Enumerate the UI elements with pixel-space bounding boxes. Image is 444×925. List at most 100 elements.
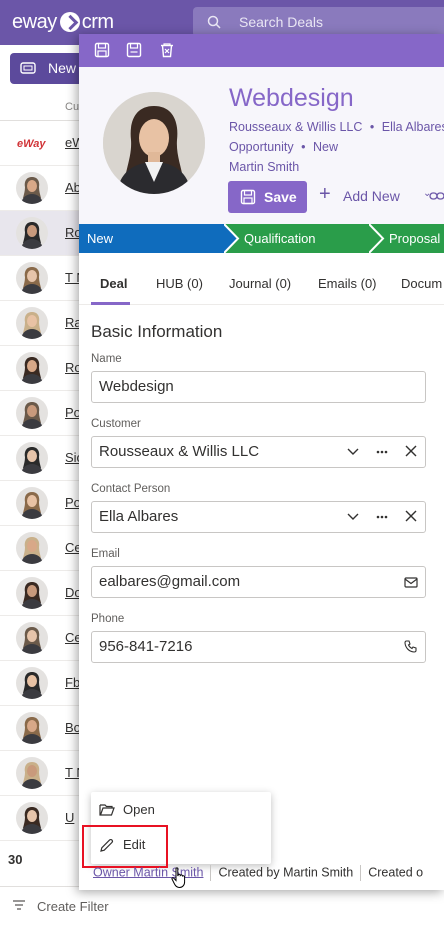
save-button[interactable]: Save [228, 181, 307, 213]
separator [210, 865, 212, 881]
tab-documents[interactable]: Docum [401, 276, 442, 291]
avatar-illustration [103, 92, 205, 194]
edit-highlight-box [82, 825, 168, 868]
deal-type-status-line: Opportunity • New [229, 140, 338, 154]
menu-item-open[interactable]: Open [91, 793, 271, 827]
created-by-text: Created by Martin Smith [218, 865, 354, 880]
deal-title: Webdesign [229, 84, 354, 112]
contact-person-field[interactable]: Ella Albares [91, 501, 426, 533]
phone-label: Phone [91, 613, 125, 625]
customer-value: Rousseaux & Willis LLC [99, 443, 260, 460]
mail-icon[interactable] [404, 577, 418, 588]
search-input[interactable]: Search Deals [193, 7, 444, 37]
separator [360, 865, 362, 881]
search-placeholder: Search Deals [239, 14, 324, 30]
logo-text-crm: crm [81, 10, 114, 33]
created-text: Created o [368, 865, 424, 880]
avatar [16, 622, 48, 654]
contact-person-label: Contact Person [91, 483, 171, 495]
email-value: ealbares@gmail.com [99, 573, 241, 590]
logo-check-icon [59, 12, 80, 32]
save-icon[interactable] [94, 42, 110, 58]
deal-owner[interactable]: Martin Smith [229, 160, 299, 174]
deal-dialog: Webdesign Rousseaux & Willis LLC • Ella … [79, 34, 444, 890]
stage-proposal[interactable]: Proposal [369, 224, 444, 253]
avatar [16, 442, 48, 474]
email-field[interactable]: ealbares@gmail.com [91, 566, 426, 598]
hand-pointer-cursor [171, 867, 186, 889]
avatar [16, 307, 48, 339]
stage-new[interactable]: New [79, 224, 239, 253]
email-label: Email [91, 548, 120, 560]
dialog-tabs: Deal HUB (0) Journal (0) Emails (0) Docu… [79, 267, 444, 305]
save-button-label: Save [264, 189, 297, 205]
menu-item-open-label: Open [123, 802, 155, 817]
avatar [16, 577, 48, 609]
avatar [16, 757, 48, 789]
new-button-label: New [48, 60, 77, 76]
avatar [16, 262, 48, 294]
avatar [16, 352, 48, 384]
audit-line: Owner Martin Smith Created by Martin Smit… [93, 865, 423, 881]
customer-link[interactable]: Rousseaux & Willis LLC [229, 120, 362, 134]
bullet-separator: • [369, 120, 375, 134]
company-logo: eWay [17, 138, 46, 150]
deal-customer-contact-line: Rousseaux & Willis LLC • Ella Albares [229, 120, 444, 134]
contact-link[interactable]: Ella Albares [382, 120, 444, 134]
contact-photo [103, 92, 205, 194]
contact-person-value: Ella Albares [99, 508, 179, 525]
phone-icon[interactable] [404, 640, 417, 653]
avatar [16, 397, 48, 429]
avatar [16, 712, 48, 744]
phone-value: 956-841-7216 [99, 638, 193, 655]
chevron-down-icon[interactable] [347, 448, 359, 456]
stage-new-label: New [87, 231, 114, 246]
column-header-customer: Cu [65, 101, 80, 113]
avatar [16, 172, 48, 204]
name-label: Name [91, 353, 122, 365]
deal-status[interactable]: New [313, 140, 338, 154]
save-icon [240, 189, 256, 205]
deal-header: Webdesign Rousseaux & Willis LLC • Ella … [79, 67, 444, 224]
name-field[interactable]: Webdesign [91, 371, 426, 403]
stage-qualification[interactable]: Qualification [224, 224, 384, 253]
search-icon [207, 15, 221, 29]
create-filter-button[interactable]: Create Filter [37, 899, 109, 914]
clear-icon[interactable] [405, 510, 417, 522]
add-new-label: Add New [343, 188, 400, 204]
tab-deal[interactable]: Deal [100, 276, 127, 291]
name-value: Webdesign [99, 378, 174, 395]
tab-journal[interactable]: Journal (0) [229, 276, 291, 291]
stage-bar: New Qualification Proposal [79, 224, 444, 253]
filter-bar: Create Filter [0, 886, 444, 925]
new-deal-icon [20, 62, 36, 74]
folder-open-icon [99, 804, 115, 816]
bullet-separator: • [301, 140, 306, 154]
delete-icon[interactable] [159, 42, 175, 58]
customer-field[interactable]: Rousseaux & Willis LLC [91, 436, 426, 468]
record-count: 30 [8, 852, 23, 867]
avatar [16, 217, 48, 249]
list-item-link[interactable]: Fb [65, 675, 80, 690]
more-icon[interactable] [376, 515, 388, 519]
chevron-down-icon[interactable] [347, 513, 359, 521]
tab-hub[interactable]: HUB (0) [156, 276, 203, 291]
avatar [16, 532, 48, 564]
link-icon[interactable] [429, 191, 444, 201]
active-tab-indicator [91, 302, 130, 305]
stage-qualification-label: Qualification [244, 231, 316, 246]
list-item-link[interactable]: U [65, 810, 74, 825]
dialog-toolbar [79, 34, 444, 67]
more-icon[interactable] [376, 450, 388, 454]
deal-type[interactable]: Opportunity [229, 140, 294, 154]
app-logo[interactable]: eway crm [12, 10, 114, 34]
avatar [16, 667, 48, 699]
tab-emails[interactable]: Emails (0) [318, 276, 377, 291]
save-and-close-icon[interactable] [126, 42, 142, 58]
filter-icon [13, 900, 25, 910]
customer-label: Customer [91, 418, 141, 430]
avatar [16, 487, 48, 519]
clear-icon[interactable] [405, 445, 417, 457]
phone-field[interactable]: 956-841-7216 [91, 631, 426, 663]
section-title: Basic Information [91, 322, 223, 341]
